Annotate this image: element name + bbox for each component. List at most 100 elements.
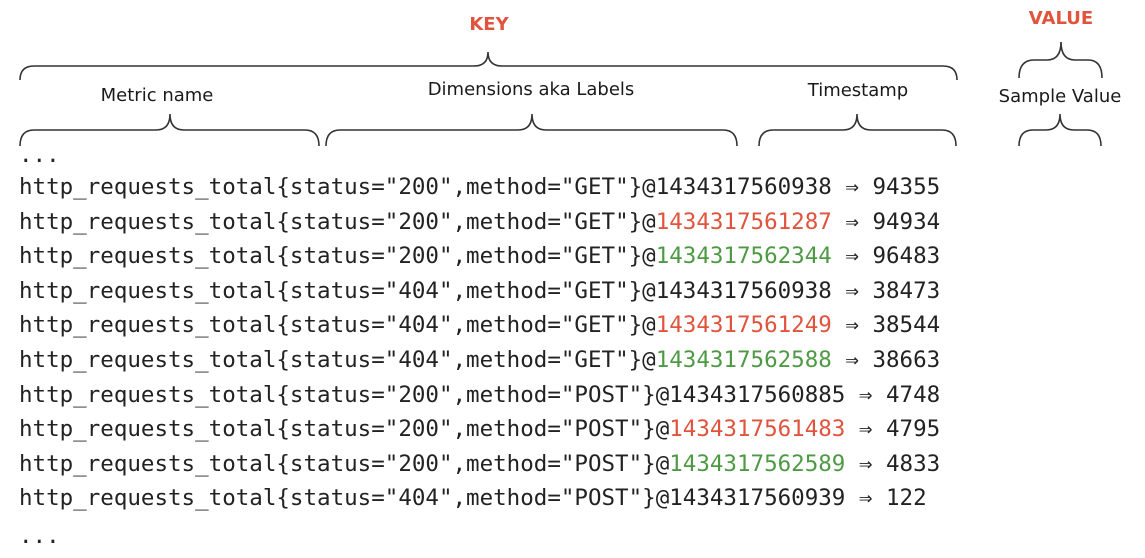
value-heading: VALUE: [1028, 8, 1094, 29]
syntax-token: {status=": [276, 208, 399, 235]
sample-row: http_requests_total{status="200",method=…: [19, 447, 940, 482]
sample-value: 4833: [886, 450, 941, 477]
syntax-token: {status=": [276, 243, 399, 270]
method-value: POST: [574, 485, 629, 512]
metric-name-label: Metric name: [100, 85, 214, 106]
syntax-token: "}@: [615, 208, 656, 235]
sample-row: http_requests_total{status="200",method=…: [19, 170, 940, 205]
metric-name: http_requests_total: [19, 485, 277, 512]
method-value: POST: [574, 450, 629, 477]
syntax-token: "}@: [628, 485, 670, 512]
ellipsis-bottom: ...: [19, 523, 60, 549]
status-value: 200: [398, 174, 439, 200]
method-value: GET: [574, 347, 616, 373]
status-value: 404: [398, 347, 439, 373]
sample-row: http_requests_total{status="200",method=…: [19, 378, 940, 413]
timestamp-value: 1434317561287: [655, 208, 832, 235]
sample-value-label: Sample Value: [998, 86, 1122, 107]
syntax-token: ⇒: [845, 450, 886, 477]
syntax-token: {status=": [276, 277, 399, 304]
sample-value: 38473: [872, 277, 941, 304]
syntax-token: ",method=": [438, 381, 575, 408]
sample-value: 38663: [872, 347, 941, 373]
key-heading: KEY: [469, 14, 509, 35]
sample-value: 94934: [872, 208, 941, 235]
method-value: GET: [574, 277, 616, 304]
key-bracket: [19, 51, 958, 81]
method-value: POST: [574, 381, 629, 408]
timestamp-value: 1434317561483: [669, 416, 846, 443]
status-value: 404: [398, 485, 439, 512]
metric-name: http_requests_total: [19, 312, 277, 339]
status-value: 404: [398, 277, 439, 304]
syntax-token: ",method=": [438, 416, 575, 443]
metric-name: http_requests_total: [19, 243, 277, 270]
sample-value: 122: [886, 485, 927, 512]
syntax-token: ",method=": [438, 208, 575, 235]
dimensions-bracket: [325, 113, 738, 147]
syntax-token: {status=": [276, 381, 399, 408]
metric-name: http_requests_total: [19, 208, 277, 235]
syntax-token: {status=": [276, 312, 399, 339]
metric-name: http_requests_total: [19, 174, 277, 200]
sample-value: 94355: [872, 174, 941, 200]
sample-row: http_requests_total{status="404",method=…: [19, 308, 940, 343]
syntax-token: "}@: [615, 174, 656, 200]
status-value: 200: [398, 416, 439, 443]
syntax-token: {status=": [276, 174, 399, 200]
sample-row: http_requests_total{status="200",method=…: [19, 412, 940, 447]
status-value: 200: [398, 208, 439, 235]
syntax-token: {status=": [276, 347, 399, 373]
sample-value: 4795: [886, 416, 941, 443]
syntax-token: "}@: [615, 243, 656, 270]
timestamp-bracket: [758, 113, 957, 147]
value-bracket: [1018, 41, 1103, 79]
syntax-token: "}@: [628, 450, 670, 477]
syntax-token: ⇒: [845, 381, 886, 408]
syntax-token: ⇒: [831, 347, 873, 373]
sample-row: http_requests_total{status="404",method=…: [19, 343, 940, 378]
syntax-token: "}@: [628, 416, 670, 443]
method-value: POST: [574, 416, 629, 443]
syntax-token: ⇒: [831, 243, 873, 270]
method-value: GET: [574, 243, 616, 270]
syntax-token: ⇒: [845, 485, 886, 512]
sample-value: 38544: [872, 312, 941, 339]
dimensions-label: Dimensions aka Labels: [427, 79, 635, 100]
timestamp-value: 1434317560939: [669, 485, 846, 512]
status-value: 200: [398, 381, 439, 408]
timestamp-value: 1434317560938: [655, 277, 832, 304]
sample-value: 96483: [872, 243, 941, 270]
timestamp-label: Timestamp: [807, 80, 909, 101]
metric-name-bracket: [19, 113, 320, 147]
sample-value-bracket: [1018, 113, 1102, 147]
timestamp-value: 1434317562589: [669, 450, 846, 477]
sample-row: http_requests_total{status="200",method=…: [19, 239, 940, 274]
syntax-token: ⇒: [831, 208, 873, 235]
sample-row: http_requests_total{status="404",method=…: [19, 274, 940, 309]
syntax-token: ⇒: [831, 312, 873, 339]
sample-row: http_requests_total{status="200",method=…: [19, 205, 940, 240]
metric-name: http_requests_total: [19, 416, 277, 443]
syntax-token: ",method=": [438, 347, 575, 373]
metric-name: http_requests_total: [19, 381, 277, 408]
sample-value: 4748: [886, 381, 941, 408]
timestamp-value: 1434317561249: [655, 312, 832, 339]
syntax-token: ",method=": [438, 450, 575, 477]
syntax-token: ",method=": [438, 277, 575, 304]
syntax-token: ",method=": [438, 243, 575, 270]
syntax-token: {status=": [276, 450, 399, 477]
status-value: 200: [398, 450, 439, 477]
syntax-token: "}@: [615, 312, 656, 339]
sample-row: http_requests_total{status="404",method=…: [19, 481, 927, 516]
syntax-token: "}@: [628, 381, 670, 408]
syntax-token: "}@: [615, 347, 656, 373]
syntax-token: {status=": [276, 416, 399, 443]
method-value: GET: [574, 312, 616, 339]
syntax-token: {status=": [276, 485, 399, 512]
metric-name: http_requests_total: [19, 277, 277, 304]
syntax-token: ",method=": [438, 485, 575, 512]
timestamp-value: 1434317560938: [655, 174, 832, 200]
status-value: 404: [398, 312, 439, 339]
timestamp-value: 1434317562344: [655, 243, 832, 270]
